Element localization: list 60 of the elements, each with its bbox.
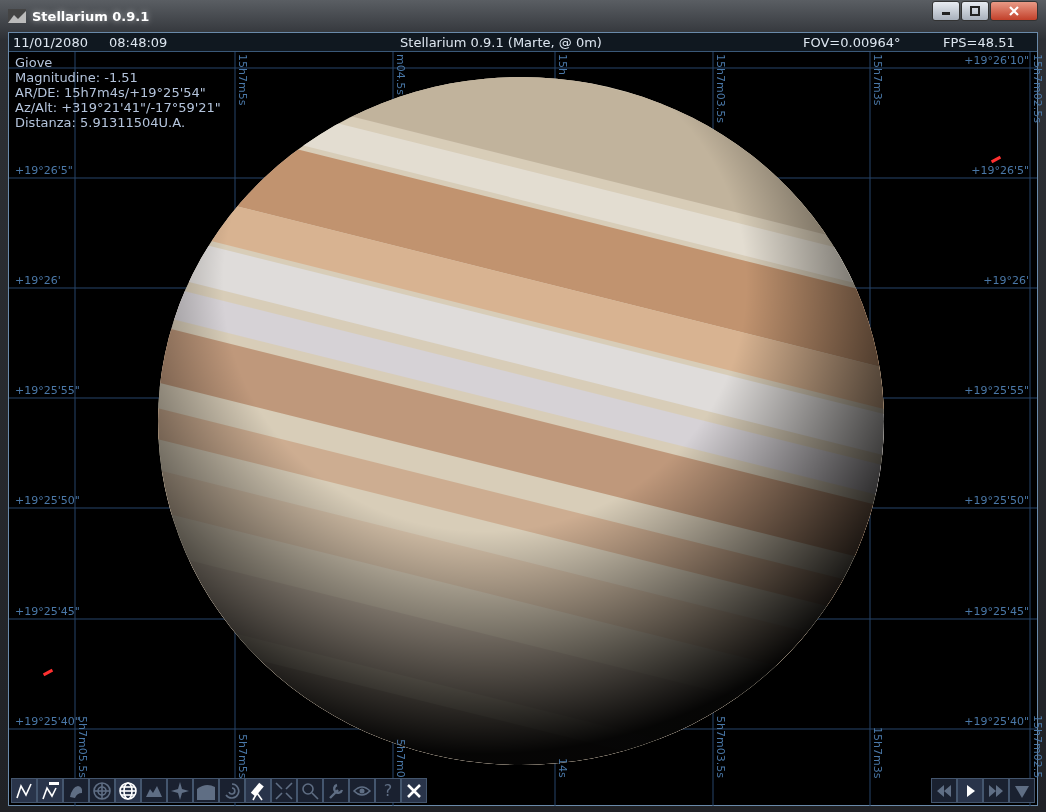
down-button[interactable]: [1009, 778, 1035, 803]
object-info-line: Magnitudine: -1.51: [15, 70, 139, 85]
declination-label: +19°25'40": [964, 716, 1029, 728]
right-ascension-label: 5h7m03.5s: [714, 716, 726, 778]
declination-label: +19°25'55": [964, 385, 1029, 397]
window-title: Stellarium 0.9.1: [32, 8, 151, 24]
right-ascension-label: 15h7m3s: [871, 726, 883, 778]
date-text: 11/01/2080: [13, 34, 89, 50]
declination-label: +19°26': [983, 275, 1029, 287]
declination-label: +19°26'5": [971, 165, 1029, 177]
right-ascension-label: 5h7m5s: [236, 733, 248, 778]
maximize-icon: [970, 6, 980, 16]
declination-label: +19°25'45": [964, 606, 1029, 618]
right-ascension-label: 15h7m02.5s: [1031, 54, 1043, 123]
declination-label: +19°26': [15, 275, 61, 287]
declination-label: +19°25'50": [964, 495, 1029, 507]
declination-label: +19°26'10": [964, 55, 1029, 67]
search-button[interactable]: [297, 778, 323, 803]
play-button[interactable]: [957, 778, 983, 803]
right-ascension-label: 15h: [556, 54, 568, 75]
object-info-line: Az/Alt: +319°21'41"/-17°59'21": [15, 100, 221, 115]
lines-labeled-button[interactable]: [37, 778, 63, 803]
app-icon: [8, 9, 26, 23]
atmosphere-button[interactable]: [193, 778, 219, 803]
right-ascension-label: 14s: [556, 758, 568, 778]
grid-eq-icon: [92, 780, 112, 801]
fullscreen-icon: [274, 780, 294, 801]
declination-label: +19°25'45": [15, 606, 80, 618]
close-icon: [1008, 6, 1020, 16]
object-name: Giove: [15, 55, 54, 70]
lines-labeled-icon: [40, 780, 60, 801]
right-ascension-label: 5h7m0: [394, 739, 406, 778]
minimize-button[interactable]: [932, 1, 960, 21]
nebula-icon: [222, 780, 242, 801]
grid-az-button[interactable]: [115, 778, 141, 803]
declination-label: +19°26'5": [15, 165, 73, 177]
object-info-line: AR/DE: 15h7m4s/+19°25'54": [15, 85, 207, 100]
right-ascension-label: m04.5s: [394, 54, 406, 95]
right-ascension-label: 15h7m02.5: [1031, 714, 1043, 778]
fps-text: FPS=48.51: [943, 34, 1016, 50]
help-button[interactable]: ?: [375, 778, 401, 803]
close-button[interactable]: [990, 1, 1038, 21]
right-ascension-label: 15h7m03.5s: [714, 54, 726, 123]
declination-label: +19°25'50": [15, 495, 80, 507]
cardinal-button[interactable]: [167, 778, 193, 803]
search-icon: [300, 780, 320, 801]
maximize-button[interactable]: [961, 1, 989, 21]
declination-label: +19°25'55": [15, 385, 80, 397]
object-info-line: Distanza: 5.91311504U.A.: [15, 115, 186, 130]
right-ascension-label: 15h7m3s: [871, 54, 883, 106]
lines-button[interactable]: [11, 778, 37, 803]
quit-button[interactable]: [401, 778, 427, 803]
grid-az-icon: [118, 780, 138, 801]
right-ascension-label: 15h7m5s: [236, 54, 248, 106]
time-text: 08:48:09: [109, 34, 169, 50]
telescope-button[interactable]: [245, 778, 271, 803]
settings-button[interactable]: [323, 778, 349, 803]
fov-text: FOV=0.00964°: [803, 34, 902, 50]
eye-button[interactable]: [349, 778, 375, 803]
location-text: Stellarium 0.9.1 (Marte, @ 0m): [399, 34, 603, 50]
